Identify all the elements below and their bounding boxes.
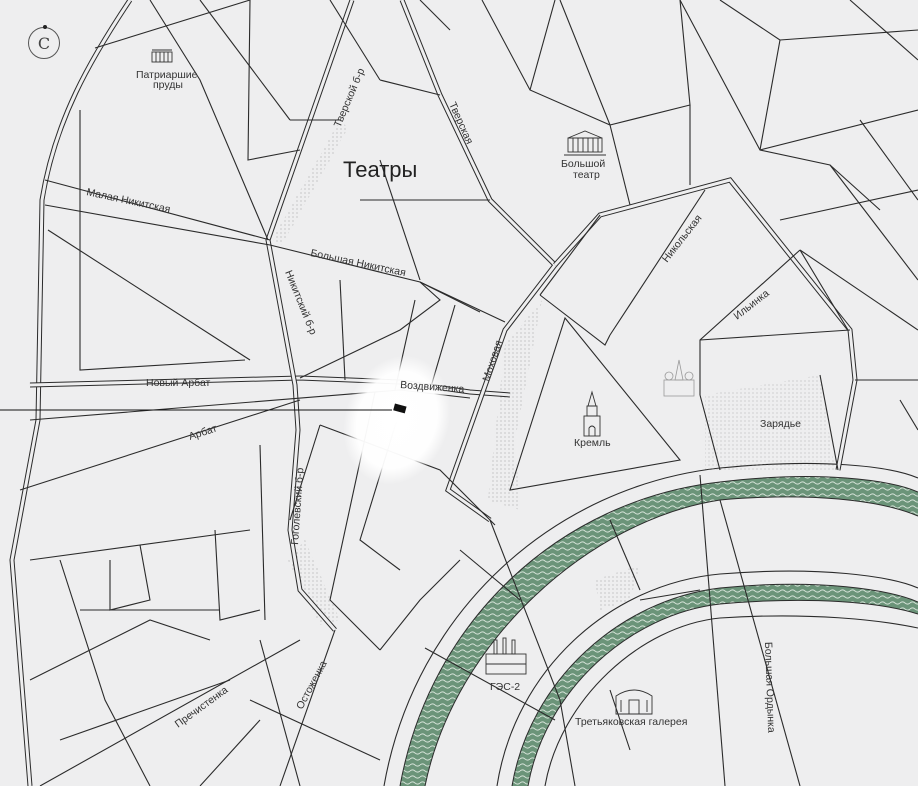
- place-label-patriarshie-2[interactable]: пруды: [153, 79, 183, 91]
- place-label-bolshoi-2[interactable]: театр: [573, 169, 600, 181]
- street-label-novy-arbat[interactable]: Новый Арбат: [146, 377, 211, 389]
- place-label-tretyakov[interactable]: Третьяковская галерея: [575, 716, 687, 728]
- map-title: Театры: [343, 157, 417, 182]
- compass-label: С: [37, 33, 51, 53]
- map-canvas[interactable]: Театры Тверской б-р Тверская Малая Никит…: [0, 0, 918, 786]
- place-label-zaryadye[interactable]: Зарядье: [760, 418, 801, 430]
- compass-north-icon[interactable]: С: [28, 25, 60, 59]
- place-label-ges2[interactable]: ГЭС-2: [490, 681, 520, 693]
- place-label-kremlin[interactable]: Кремль: [574, 437, 611, 449]
- compass-dot: [43, 25, 47, 29]
